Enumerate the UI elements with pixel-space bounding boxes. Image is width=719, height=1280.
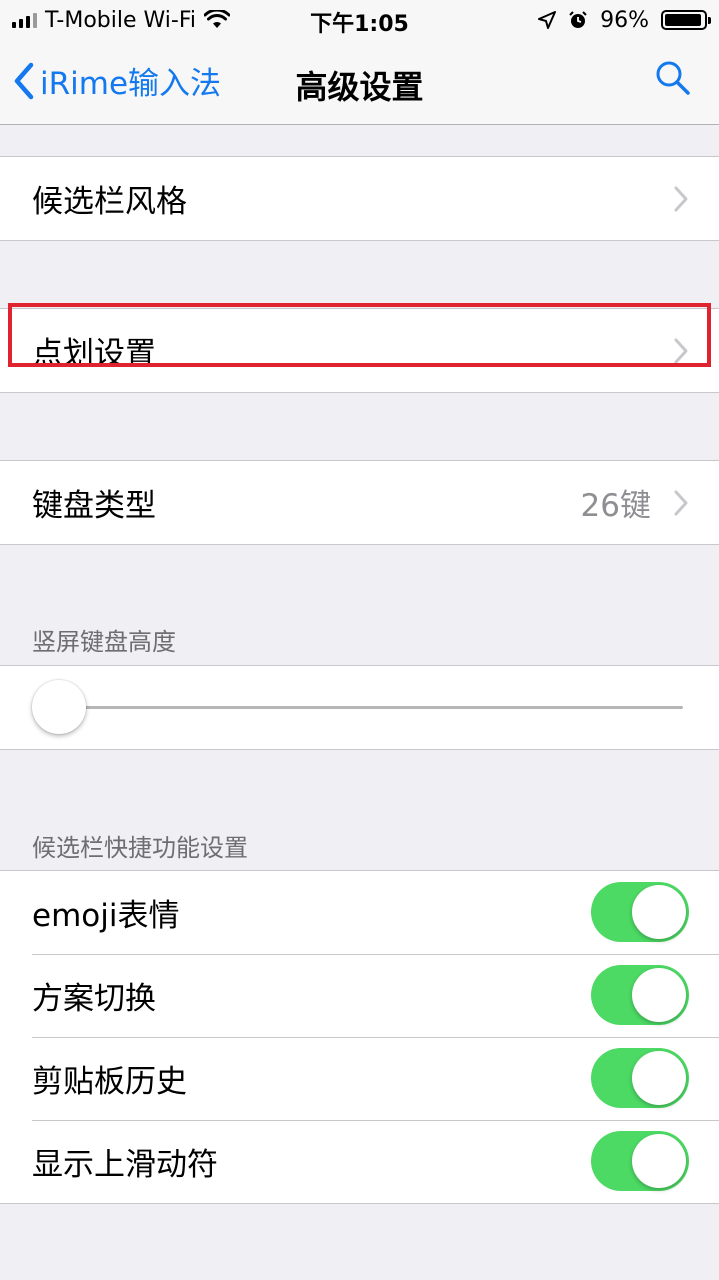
keyboard-type-label: 键盘类型 (32, 488, 156, 524)
scheme-switch-toggle[interactable] (591, 965, 689, 1025)
toggle-knob (632, 885, 686, 939)
shortcut-row-scheme-switch: 方案切换 (0, 954, 719, 1037)
status-bar: T-Mobile Wi-Fi 下午1:05 96% (0, 0, 719, 40)
keyboard-type-value: 26键 (580, 488, 651, 524)
status-right: 96% (538, 6, 711, 34)
shortcuts-group: emoji表情 方案切换 剪贴板历史 显示上滑动符 (0, 870, 719, 1204)
slider-track[interactable] (56, 706, 683, 709)
navigation-bar: iRime输入法 高级设置 (0, 40, 719, 125)
slider-thumb[interactable] (32, 680, 86, 734)
battery-percent: 96% (600, 7, 649, 33)
shortcut-label: emoji表情 (32, 898, 180, 934)
toggle-knob (632, 1051, 686, 1105)
swipe-symbol-toggle[interactable] (591, 1131, 689, 1191)
keyboard-type-row[interactable]: 键盘类型 26键 (0, 461, 719, 544)
shortcuts-header: 候选栏快捷功能设置 (32, 834, 248, 862)
keyboard-type-group: 键盘类型 26键 (0, 460, 719, 545)
shortcut-row-emoji: emoji表情 (0, 871, 719, 954)
shortcut-label: 方案切换 (32, 981, 156, 1017)
keyboard-height-group (0, 665, 719, 750)
battery-icon (661, 10, 711, 30)
candidate-style-group: 候选栏风格 (0, 156, 719, 241)
toggle-knob (632, 1134, 686, 1188)
stroke-settings-group: 点划设置 (0, 308, 719, 393)
clipboard-history-toggle[interactable] (591, 1048, 689, 1108)
search-button[interactable] (655, 60, 691, 100)
shortcut-row-clipboard: 剪贴板历史 (0, 1037, 719, 1120)
shortcut-label: 显示上滑动符 (32, 1147, 218, 1183)
keyboard-height-header: 竖屏键盘高度 (32, 628, 176, 656)
battery-fill (665, 14, 702, 26)
location-arrow-icon (538, 11, 557, 29)
page-title: 高级设置 (295, 68, 424, 106)
alarm-clock-icon (569, 11, 587, 28)
chevron-right-icon (674, 490, 688, 516)
keyboard-height-slider[interactable] (0, 666, 719, 749)
shortcut-label: 剪贴板历史 (32, 1064, 187, 1100)
shortcut-row-swipe-symbol: 显示上滑动符 (0, 1120, 719, 1203)
chevron-right-icon (674, 186, 688, 212)
stroke-settings-label: 点划设置 (32, 336, 156, 372)
chevron-right-icon (674, 338, 688, 364)
emoji-toggle[interactable] (591, 882, 689, 942)
search-icon (656, 61, 690, 95)
stroke-settings-row[interactable]: 点划设置 (0, 309, 719, 392)
candidate-style-label: 候选栏风格 (32, 184, 187, 220)
candidate-style-row[interactable]: 候选栏风格 (0, 157, 719, 240)
toggle-knob (632, 968, 686, 1022)
